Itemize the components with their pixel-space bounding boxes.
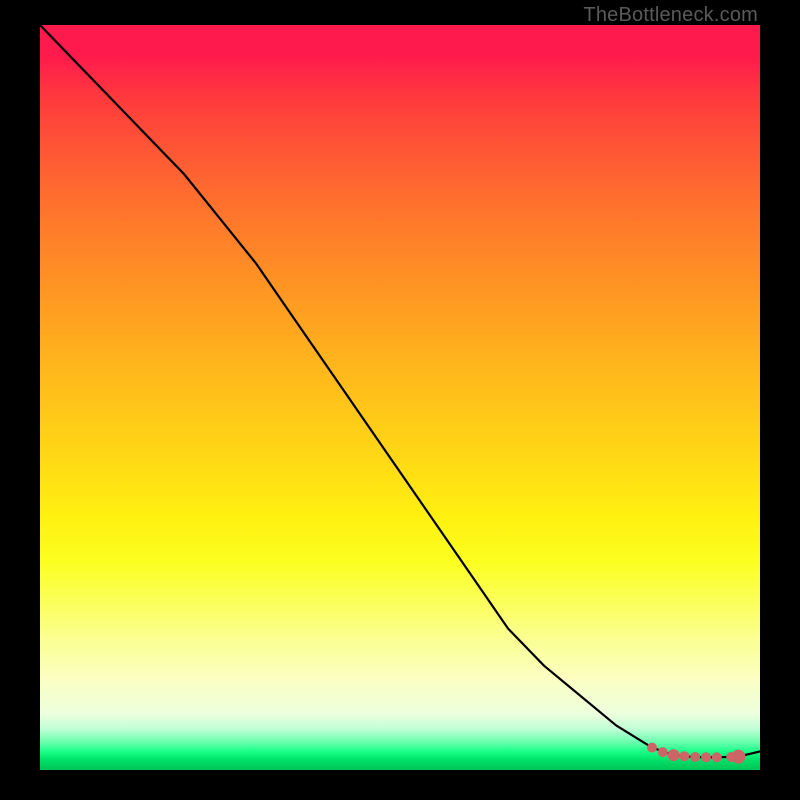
- curve-line: [40, 25, 760, 757]
- chart-overlay: [40, 25, 760, 770]
- marker-group: [647, 743, 745, 764]
- marker-point: [647, 743, 657, 753]
- watermark-label: TheBottleneck.com: [583, 4, 758, 27]
- marker-point: [679, 751, 689, 761]
- chart-frame: TheBottleneck.com: [0, 0, 800, 800]
- marker-point: [668, 749, 680, 761]
- marker-point: [658, 747, 668, 757]
- marker-point: [731, 750, 745, 764]
- marker-point: [712, 752, 722, 762]
- marker-point: [690, 752, 700, 762]
- marker-point: [701, 752, 711, 762]
